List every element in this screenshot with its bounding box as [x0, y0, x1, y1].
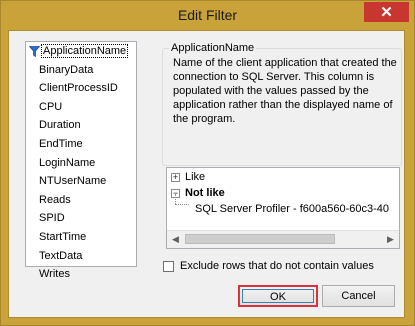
column-item-ntusername[interactable]: NTUserName: [26, 172, 136, 191]
description-group: ApplicationName Name of the client appli…: [162, 42, 402, 166]
exclude-rows-label: Exclude rows that do not contain values: [180, 260, 374, 272]
column-item-spid[interactable]: SPID: [26, 209, 136, 228]
column-item-textdata[interactable]: TextData: [26, 247, 136, 266]
tree-node-like-label: Like: [185, 171, 206, 183]
column-label: TextData: [39, 249, 83, 262]
column-label: NTUserName: [39, 175, 107, 188]
ok-focus-border: OK: [242, 289, 314, 303]
scroll-thumb[interactable]: [185, 234, 335, 244]
funnel-icon: [29, 45, 40, 57]
column-item-reads[interactable]: Reads: [26, 191, 136, 210]
scroll-right-icon[interactable]: ▶: [382, 231, 399, 248]
tree-node-not-like-label: Not like: [185, 187, 225, 199]
column-label: SPID: [39, 212, 65, 225]
column-item-starttime[interactable]: StartTime: [26, 228, 136, 247]
column-item-clientprocessid[interactable]: ClientProcessID: [26, 79, 136, 98]
description-text: Name of the client application that crea…: [173, 57, 397, 125]
column-label: Writes: [39, 268, 70, 281]
title-bar: Edit Filter ✕: [1, 1, 414, 31]
tree-node-value[interactable]: SQL Server Profiler - f600a560-60c3-40: [195, 201, 389, 217]
column-label: Duration: [39, 119, 81, 132]
tree-connector: [175, 194, 177, 204]
tree-node-value-label: SQL Server Profiler - f600a560-60c3-40: [195, 203, 390, 215]
description-title: ApplicationName: [169, 42, 257, 54]
column-item-applicationname[interactable]: ApplicationName: [26, 42, 136, 61]
filter-criteria-tree[interactable]: + Like − Not like SQL Server Profiler - …: [166, 167, 400, 249]
column-label: StartTime: [39, 230, 87, 243]
ok-label: OK: [270, 291, 286, 303]
column-item-binarydata[interactable]: BinaryData: [26, 61, 136, 80]
column-list[interactable]: ApplicationName BinaryData ClientProcess…: [25, 41, 137, 280]
tree-connector: [175, 204, 189, 206]
close-button[interactable]: ✕: [364, 2, 409, 22]
column-label: LoginName: [39, 156, 96, 169]
ok-button[interactable]: OK: [238, 285, 318, 307]
column-item-loginname[interactable]: LoginName: [26, 154, 136, 173]
column-item-writes[interactable]: Writes: [26, 265, 136, 284]
column-label: EndTime: [39, 137, 83, 150]
window-title: Edit Filter: [177, 7, 238, 23]
cancel-button[interactable]: Cancel: [322, 285, 395, 307]
column-item-duration[interactable]: Duration: [26, 116, 136, 135]
exclude-rows-checkbox-row[interactable]: Exclude rows that do not contain values: [163, 259, 374, 273]
horizontal-scrollbar[interactable]: ◀ ▶: [167, 230, 399, 248]
column-label: ClientProcessID: [39, 82, 118, 95]
column-label: ApplicationName: [40, 44, 129, 58]
column-label: Reads: [39, 193, 71, 206]
close-icon: ✕: [380, 4, 393, 21]
expand-icon[interactable]: +: [171, 173, 180, 182]
scroll-left-icon[interactable]: ◀: [167, 231, 184, 248]
column-label: BinaryData: [39, 63, 94, 76]
column-item-cpu[interactable]: CPU: [26, 98, 136, 117]
exclude-rows-checkbox[interactable]: [163, 260, 174, 272]
cancel-label: Cancel: [341, 290, 376, 302]
column-item-endtime[interactable]: EndTime: [26, 135, 136, 154]
column-label: CPU: [39, 100, 63, 113]
